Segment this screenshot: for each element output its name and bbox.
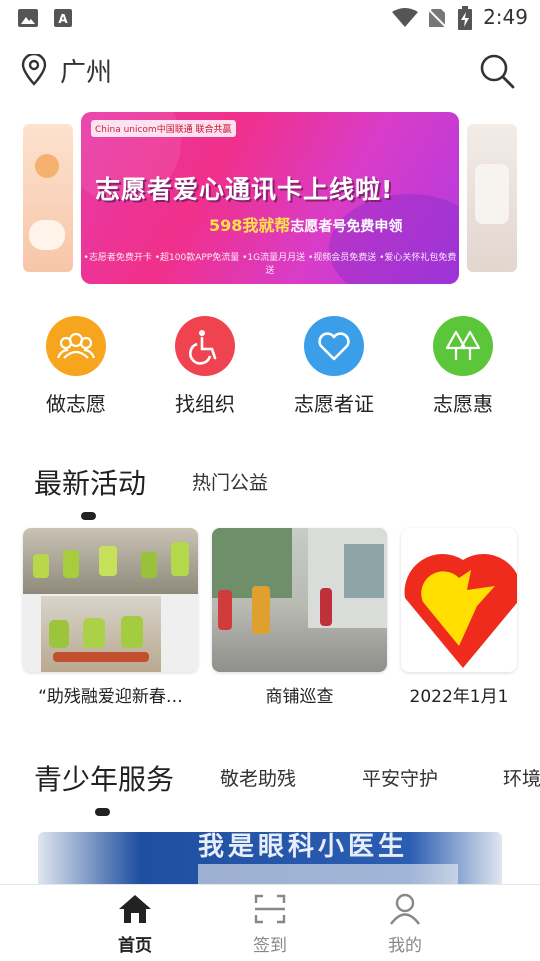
location-pin-icon[interactable]	[20, 54, 48, 86]
bottom-nav: 首页 签到 我的	[0, 884, 540, 961]
quick-entry-benefits[interactable]: 志愿惠	[408, 316, 518, 417]
wheelchair-icon	[175, 316, 235, 376]
status-bar: A 2:49	[0, 0, 540, 36]
city-selector[interactable]: 广州	[60, 52, 112, 89]
search-icon[interactable]	[478, 52, 516, 90]
activity-card[interactable]: 商铺巡查	[212, 528, 387, 707]
activity-title: “助残融爱迎新春…	[38, 687, 183, 707]
banner-footer: •志愿者免费开卡 •超100款APP免流量 •1G流量月月送 •视频会员免费送 …	[83, 253, 457, 276]
nav-home-label: 首页	[118, 936, 152, 956]
quick-entry-label: 做志愿	[46, 392, 106, 416]
quick-entry-label: 找组织	[175, 392, 235, 416]
banner-title: 志愿者爱心通讯卡上线啦!	[95, 175, 394, 204]
activity-thumbnail	[401, 528, 517, 672]
nav-checkin-label: 签到	[253, 936, 287, 956]
activity-thumbnail	[212, 528, 387, 672]
tab-indicator	[95, 808, 110, 816]
battery-charging-icon	[458, 6, 472, 30]
banner-prev-slide[interactable]	[23, 124, 73, 272]
banner-next-slide[interactable]	[467, 124, 517, 272]
banner-subtitle-rest: 志愿者号免费申领	[290, 219, 403, 235]
status-time: 2:49	[483, 5, 528, 29]
people-icon	[46, 316, 106, 376]
tab-latest-activities[interactable]: 最新活动	[34, 462, 146, 502]
volunteer-logo-heart-icon	[404, 554, 517, 668]
activity-thumbnail	[23, 528, 198, 672]
nav-profile-label: 我的	[388, 936, 422, 956]
profile-icon	[390, 893, 420, 925]
quick-entry-organization[interactable]: 找组织	[150, 316, 260, 417]
quick-entry-label: 志愿者证	[294, 392, 374, 416]
nav-profile[interactable]: 我的	[360, 893, 450, 956]
gallery-icon	[18, 9, 38, 27]
activity-card[interactable]: “助残融爱迎新春…	[23, 528, 198, 707]
banner-main-slide[interactable]: China unicom中国联通 联合共赢 志愿者爱心通讯卡上线啦! 598我就…	[81, 112, 459, 284]
font-icon: A	[54, 9, 72, 27]
trees-icon	[433, 316, 493, 376]
svg-text:A: A	[58, 12, 68, 26]
activity-title: 商铺巡查	[265, 687, 334, 707]
tab-elderly-disabled[interactable]: 敬老助残	[220, 764, 296, 791]
home-icon	[119, 895, 151, 923]
tab-indicator	[81, 512, 96, 520]
quick-entry-volunteer-card[interactable]: 志愿者证	[279, 316, 389, 417]
service-banner[interactable]: 我是眼科小医生	[38, 832, 502, 884]
tab-safety[interactable]: 平安守护	[362, 764, 438, 791]
service-banner-text: 我是眼科小医生	[198, 832, 409, 862]
tab-youth-service[interactable]: 青少年服务	[34, 758, 174, 798]
nav-checkin[interactable]: 签到	[225, 893, 315, 956]
tab-environment[interactable]: 环境	[503, 764, 540, 791]
banner-subtitle-highlight: 598我就帮	[209, 216, 291, 235]
quick-entry-volunteer[interactable]: 做志愿	[21, 316, 131, 417]
heart-icon	[304, 316, 364, 376]
no-sim-icon	[428, 8, 446, 28]
wifi-icon	[392, 8, 418, 27]
tab-popular-charity[interactable]: 热门公益	[192, 468, 268, 495]
quick-entry-label: 志愿惠	[433, 392, 493, 416]
activity-title: 2022年1月1	[409, 687, 509, 707]
banner-subtitle: 598我就帮志愿者号免费申领	[209, 212, 402, 236]
activity-card[interactable]: 2022年1月1	[401, 528, 517, 707]
scan-icon	[254, 894, 286, 924]
nav-home[interactable]: 首页	[90, 893, 180, 956]
